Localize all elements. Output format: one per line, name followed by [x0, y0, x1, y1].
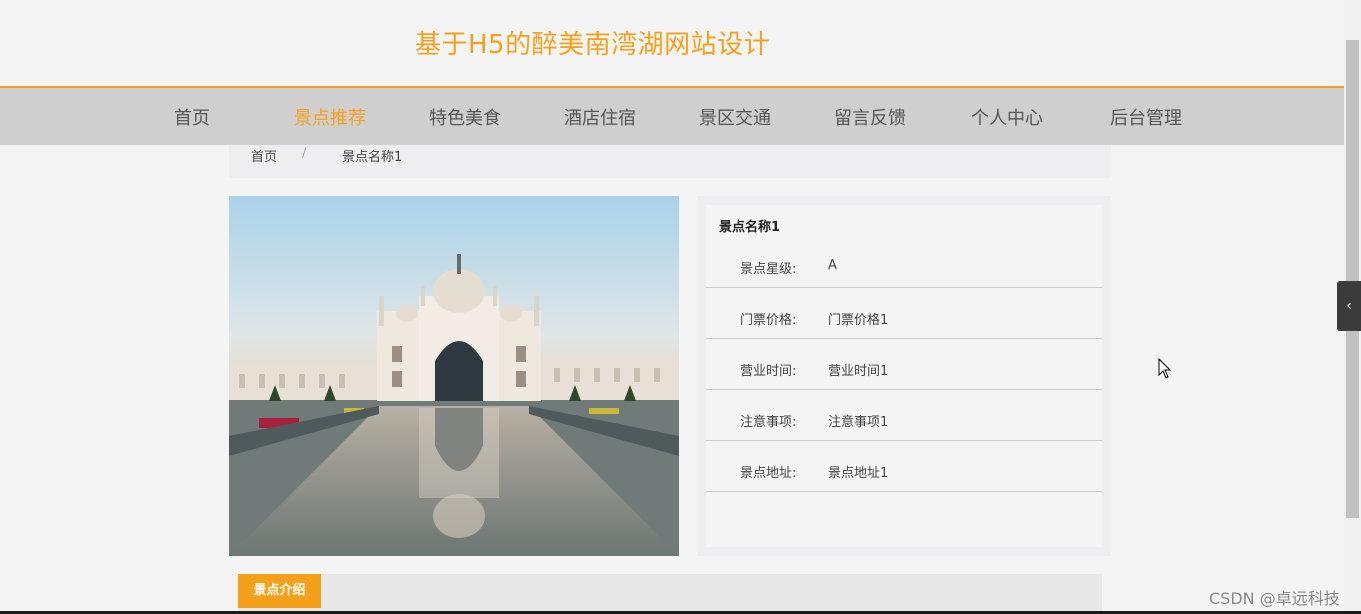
attraction-info-panel: 景点名称1 景点星级: A 门票价格: 门票价格1 营业时间: 营业时间1 注意…: [706, 205, 1102, 547]
info-value: 门票价格1: [828, 313, 889, 328]
info-row-star-level: 景点星级: A: [706, 246, 1102, 297]
nav-item-food[interactable]: 特色美食: [429, 104, 501, 130]
info-value: A: [828, 258, 837, 273]
nav-item-attractions[interactable]: 景点推荐: [294, 104, 366, 130]
info-label: 营业时间:: [740, 364, 797, 379]
breadcrumb-home[interactable]: 首页: [251, 146, 277, 165]
row-divider: [706, 338, 1102, 339]
info-value: 注意事项1: [828, 415, 889, 430]
mouse-cursor-icon: [1158, 358, 1172, 379]
info-label: 景点地址:: [740, 466, 797, 481]
nav-item-transport[interactable]: 景区交通: [699, 104, 771, 130]
breadcrumb: 首页 / 景点名称1: [229, 145, 1111, 178]
attraction-name: 景点名称1: [719, 220, 781, 235]
main-nav: 首页 景点推荐 特色美食 酒店住宿 景区交通 留言反馈 个人中心 后台管理: [0, 88, 1344, 145]
nav-item-feedback[interactable]: 留言反馈: [834, 104, 906, 130]
info-row-opening-hours: 营业时间: 营业时间1: [706, 348, 1102, 399]
info-label: 门票价格:: [740, 313, 797, 328]
info-value: 营业时间1: [828, 364, 889, 379]
scrollbar-thumb[interactable]: [1346, 40, 1359, 518]
attraction-photo: [229, 196, 679, 556]
tab-attraction-intro[interactable]: 景点介绍: [238, 574, 321, 608]
chevron-left-icon: ‹: [1346, 298, 1352, 314]
info-label: 注意事项:: [740, 415, 797, 430]
row-divider: [706, 491, 1102, 492]
info-row-address: 景点地址: 景点地址1: [706, 450, 1102, 501]
nav-item-home[interactable]: 首页: [174, 104, 210, 130]
watermark: CSDN @卓远科技: [1209, 589, 1340, 608]
breadcrumb-current: 景点名称1: [342, 150, 403, 165]
intro-tab-bar: 景点介绍: [238, 574, 1102, 614]
info-row-ticket-price: 门票价格: 门票价格1: [706, 297, 1102, 348]
side-panel-toggle[interactable]: ‹: [1337, 281, 1361, 331]
attraction-info-card: 景点名称1 景点星级: A 门票价格: 门票价格1 营业时间: 营业时间1 注意…: [697, 196, 1111, 556]
nav-item-hotels[interactable]: 酒店住宿: [564, 104, 636, 130]
row-divider: [706, 389, 1102, 390]
info-label: 景点星级:: [740, 262, 797, 277]
info-row-notes: 注意事项: 注意事项1: [706, 399, 1102, 450]
breadcrumb-separator: /: [302, 146, 307, 161]
nav-item-user-center[interactable]: 个人中心: [971, 104, 1043, 130]
row-divider: [706, 440, 1102, 441]
site-title: 基于H5的醉美南湾湖网站设计: [415, 30, 771, 60]
nav-item-admin[interactable]: 后台管理: [1110, 104, 1182, 130]
info-value: 景点地址1: [828, 466, 889, 481]
row-divider: [706, 287, 1102, 288]
